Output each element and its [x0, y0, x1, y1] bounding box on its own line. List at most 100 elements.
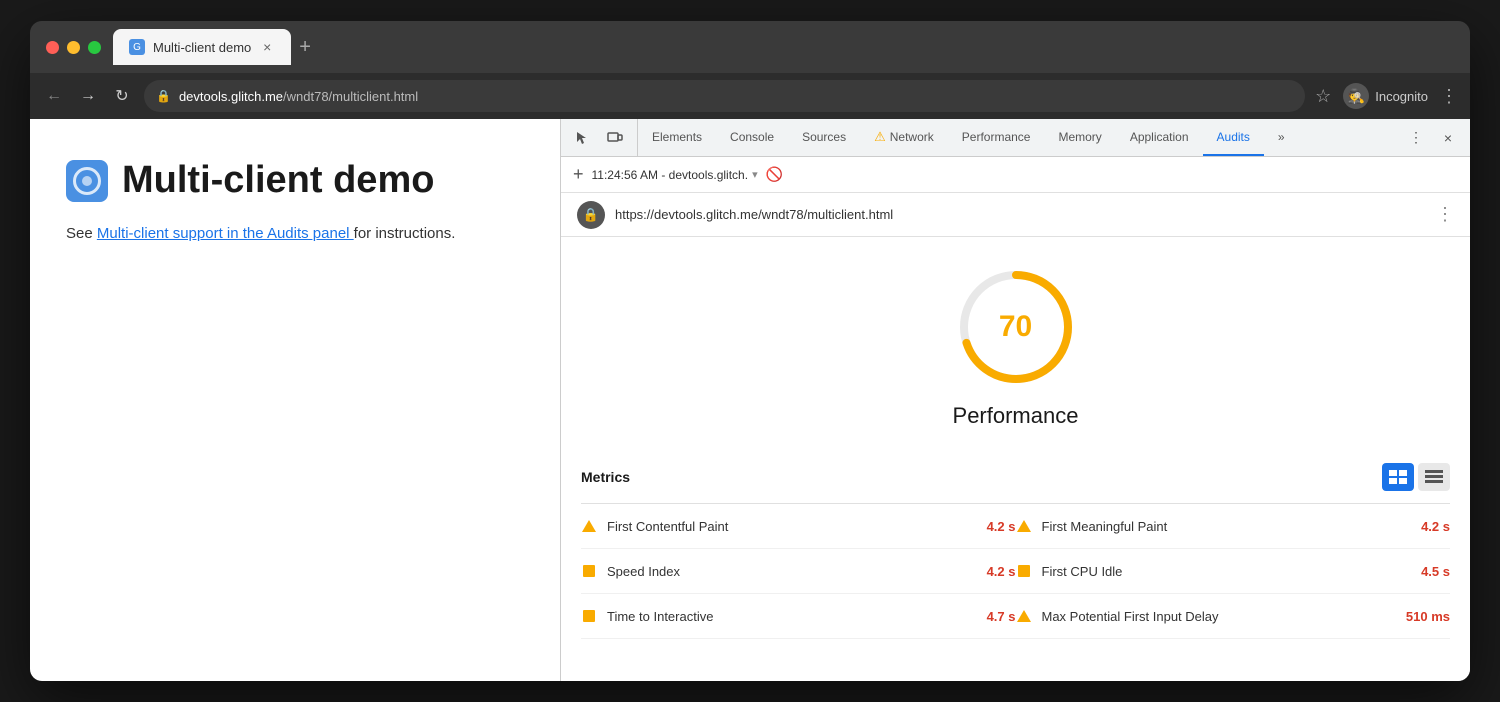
audit-dropdown-arrow: ▾ — [752, 168, 758, 181]
audit-more-button[interactable]: ⋮ — [1436, 204, 1454, 225]
lock-icon: 🔒 — [156, 89, 171, 103]
tab-network[interactable]: ⚠ Network — [860, 119, 948, 156]
toggle-grid-button[interactable] — [1382, 463, 1414, 491]
description-text: See — [66, 225, 97, 242]
active-tab[interactable]: G Multi-client demo × — [113, 29, 291, 65]
browser-window: G Multi-client demo × + ← → ↻ 🔒 devtools… — [30, 21, 1470, 681]
score-value: 70 — [999, 310, 1032, 344]
mpfid-label: Max Potential First Input Delay — [1042, 609, 1396, 624]
main-content: Multi-client demo See Multi-client suppo… — [30, 119, 1470, 681]
mpfid-value: 510 ms — [1406, 609, 1450, 624]
fcp-warning-icon — [581, 518, 597, 534]
devtools-more-actions-button[interactable]: ⋮ — [1402, 124, 1430, 152]
audits-panel-link[interactable]: Multi-client support in the Audits panel — [97, 225, 354, 242]
responsive-tool-button[interactable] — [601, 124, 629, 152]
fmp-warning-icon — [1016, 518, 1032, 534]
devtools-tab-actions: ⋮ × — [1394, 124, 1470, 152]
new-tab-button[interactable]: + — [299, 36, 311, 59]
site-icon — [66, 160, 108, 202]
site-icon-inner — [73, 167, 101, 195]
fci-icon — [1016, 563, 1032, 579]
tti-value: 4.7 s — [987, 609, 1016, 624]
incognito-label: Incognito — [1375, 89, 1428, 104]
more-button[interactable]: ⋮ — [1440, 86, 1458, 107]
description-suffix: for instructions. — [354, 225, 456, 242]
devtools-close-button[interactable]: × — [1434, 124, 1462, 152]
tab-favicon: G — [129, 39, 145, 55]
minimize-window-button[interactable] — [67, 41, 80, 54]
tab-audits[interactable]: Audits — [1203, 119, 1264, 156]
metric-item-mpfid: Max Potential First Input Delay 510 ms — [1016, 594, 1451, 639]
devtools-icon-bar — [561, 119, 638, 156]
devtools-toolbar: Elements Console Sources ⚠ Network Perfo… — [561, 119, 1470, 157]
audit-dropdown[interactable]: 11:24:56 AM - devtools.glitch. ▾ — [592, 168, 758, 182]
tab-bar: G Multi-client demo × + — [113, 29, 1454, 65]
metrics-grid: First Contentful Paint 4.2 s First Meani… — [581, 504, 1450, 639]
metrics-header: Metrics — [581, 449, 1450, 504]
score-circle: 70 — [956, 267, 1076, 387]
fcp-value: 4.2 s — [987, 519, 1016, 534]
audit-site-icon: 🔒 — [577, 201, 605, 229]
metric-item-tti: Time to Interactive 4.7 s — [581, 594, 1016, 639]
fmp-label: First Meaningful Paint — [1042, 519, 1412, 534]
incognito-badge: 🕵 Incognito — [1343, 83, 1428, 109]
si-label: Speed Index — [607, 564, 977, 579]
toolbar-right: ☆ 🕵 Incognito ⋮ — [1315, 83, 1458, 109]
cursor-tool-button[interactable] — [569, 124, 597, 152]
network-warning-icon: ⚠ — [874, 129, 886, 145]
maximize-window-button[interactable] — [88, 41, 101, 54]
back-button[interactable]: ← — [42, 84, 66, 108]
si-value: 4.2 s — [987, 564, 1016, 579]
fci-value: 4.5 s — [1421, 564, 1450, 579]
si-icon — [581, 563, 597, 579]
forward-button[interactable]: → — [76, 84, 100, 108]
toggle-list-button[interactable] — [1418, 463, 1450, 491]
metrics-section: Metrics — [561, 449, 1470, 681]
page-header: Multi-client demo — [66, 159, 524, 202]
url-text: devtools.glitch.me/wndt78/multiclient.ht… — [179, 89, 418, 104]
tab-console[interactable]: Console — [716, 119, 788, 156]
tti-icon — [581, 608, 597, 624]
metrics-view-toggle — [1382, 463, 1450, 491]
metrics-title: Metrics — [581, 469, 630, 485]
score-label: Performance — [953, 403, 1079, 429]
tab-title: Multi-client demo — [153, 40, 251, 55]
tab-performance[interactable]: Performance — [948, 119, 1045, 156]
star-button[interactable]: ☆ — [1315, 86, 1331, 107]
devtools-panel: Elements Console Sources ⚠ Network Perfo… — [560, 119, 1470, 681]
audit-time-label: 11:24:56 AM - devtools.glitch. — [592, 168, 749, 182]
incognito-icon: 🕵 — [1343, 83, 1369, 109]
title-bar: G Multi-client demo × + — [30, 21, 1470, 73]
url-input[interactable]: 🔒 devtools.glitch.me/wndt78/multiclient.… — [144, 80, 1305, 112]
audit-bar: + 11:24:56 AM - devtools.glitch. ▾ 🚫 — [561, 157, 1470, 193]
reload-button[interactable]: ↻ — [110, 84, 134, 108]
metric-item-fcp: First Contentful Paint 4.2 s — [581, 504, 1016, 549]
metric-item-fmp: First Meaningful Paint 4.2 s — [1016, 504, 1451, 549]
audit-url-text: https://devtools.glitch.me/wndt78/multic… — [615, 207, 1426, 222]
audit-cancel-button[interactable]: 🚫 — [766, 166, 783, 183]
tti-label: Time to Interactive — [607, 609, 977, 624]
address-bar: ← → ↻ 🔒 devtools.glitch.me/wndt78/multic… — [30, 73, 1470, 119]
url-domain: devtools.glitch.me — [179, 89, 283, 104]
more-tabs-button[interactable]: » — [1264, 119, 1299, 156]
page-description: See Multi-client support in the Audits p… — [66, 222, 524, 246]
tab-close-button[interactable]: × — [259, 39, 275, 55]
tab-application[interactable]: Application — [1116, 119, 1203, 156]
fcp-label: First Contentful Paint — [607, 519, 977, 534]
fci-label: First CPU Idle — [1042, 564, 1412, 579]
tab-sources[interactable]: Sources — [788, 119, 860, 156]
metric-item-fci: First CPU Idle 4.5 s — [1016, 549, 1451, 594]
audit-url-bar: 🔒 https://devtools.glitch.me/wndt78/mult… — [561, 193, 1470, 237]
mpfid-warning-icon — [1016, 608, 1032, 624]
tab-memory[interactable]: Memory — [1044, 119, 1115, 156]
metric-item-si: Speed Index 4.2 s — [581, 549, 1016, 594]
audit-add-button[interactable]: + — [573, 164, 584, 185]
url-path: /wndt78/multiclient.html — [283, 89, 418, 104]
devtools-tabs: Elements Console Sources ⚠ Network Perfo… — [638, 119, 1394, 156]
traffic-lights — [46, 41, 101, 54]
fmp-value: 4.2 s — [1421, 519, 1450, 534]
tab-elements[interactable]: Elements — [638, 119, 716, 156]
page-title: Multi-client demo — [122, 159, 434, 202]
close-window-button[interactable] — [46, 41, 59, 54]
page-content: Multi-client demo See Multi-client suppo… — [30, 119, 560, 681]
